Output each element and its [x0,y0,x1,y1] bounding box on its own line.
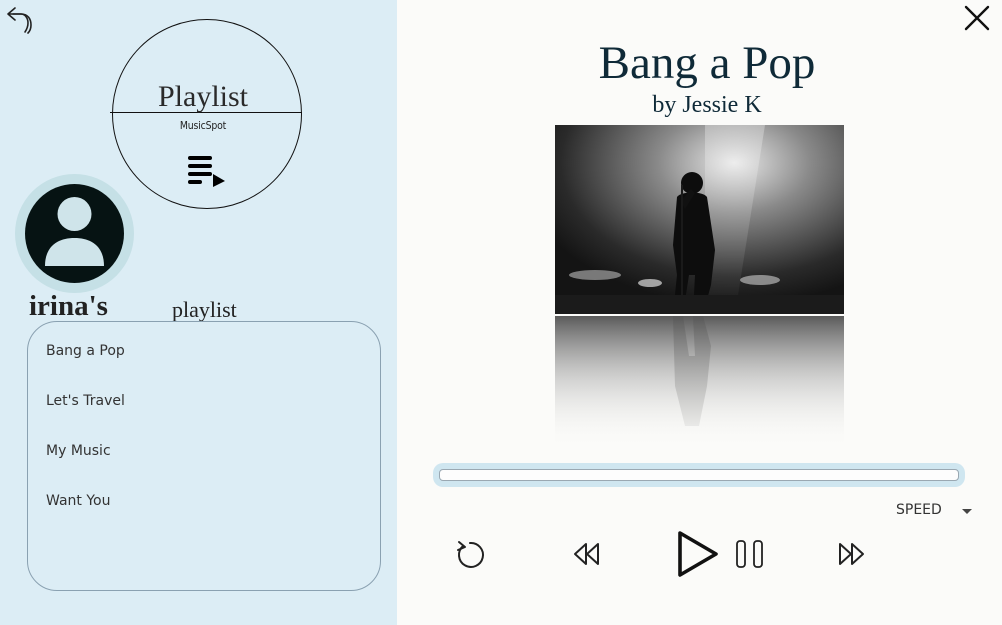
speed-dropdown[interactable]: SPEED [896,502,942,518]
close-x-icon[interactable] [962,3,992,33]
album-cover-reflection [555,316,844,448]
album-cover [555,125,844,314]
chevron-down-icon[interactable] [962,509,972,514]
logo-title: Playlist [157,80,248,113]
fast-forward-icon[interactable] [836,540,866,568]
user-playlist-label: playlist [172,297,237,322]
sidebar-panel: Playlist MusicSpot irina's playlist Bang… [0,0,397,625]
playlist-item[interactable]: Bang a Pop [46,343,125,359]
play-icon[interactable] [674,528,722,580]
rewind-icon[interactable] [572,540,602,568]
playlist-item[interactable]: Let's Travel [46,393,125,409]
user-name: irina's [29,290,108,322]
pause-icon[interactable] [733,538,767,570]
undo-arrow-icon[interactable] [4,4,34,34]
user-avatar-icon [45,197,104,266]
playlist-item[interactable]: Want You [46,493,110,509]
song-artist: by Jessie K [652,92,762,118]
progress-bar[interactable] [439,469,959,481]
replay-icon[interactable] [454,538,486,570]
playlist-item[interactable]: My Music [46,443,111,459]
avatar[interactable] [25,184,124,283]
playlist-play-icon [188,156,225,187]
logo-subtitle: MusicSpot [179,119,227,132]
song-title: Bang a Pop [598,37,816,89]
